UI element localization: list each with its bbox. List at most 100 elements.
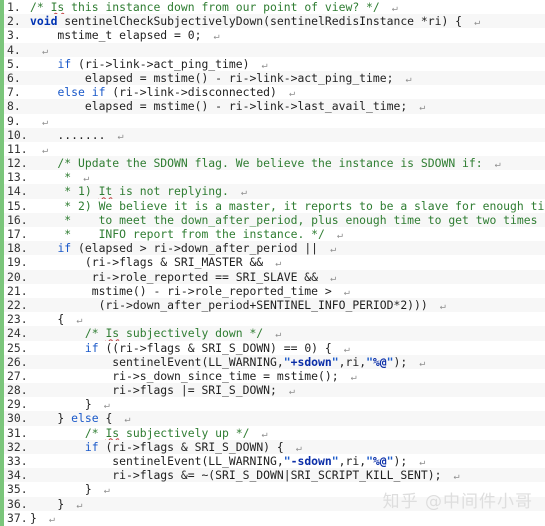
line-content: * INFO report from the instance. */ — [30, 227, 325, 241]
code-line: 13. * ↵ — [0, 170, 545, 185]
pilcrow-icon: ↵ — [201, 31, 220, 43]
line-number: 15. — [7, 198, 28, 213]
line-content: if (ri->flags & SRI_S_DOWN) { — [84, 439, 284, 454]
line-content: if (ri->link->act_ping_time) — [57, 56, 250, 71]
line-content: ri->s_down_since_time = mstime(); — [30, 368, 339, 383]
line-number: 21. — [7, 283, 28, 298]
code-line: 12. /* Update the SDOWN flag. We believe… — [0, 156, 545, 171]
line-content: else if (ri->link->disconnected) — [57, 85, 277, 100]
pilcrow-icon: ↵ — [64, 499, 83, 511]
line-number: 32. — [7, 439, 28, 454]
pilcrow-icon: ↵ — [91, 400, 110, 412]
line-number: 36. — [7, 496, 28, 511]
line-number: 6. — [7, 70, 21, 85]
line-content: ....... — [30, 127, 106, 142]
line-number: 22. — [7, 297, 28, 312]
code-line: 2. void sentinelCheckSubjectivelyDown(sen… — [0, 14, 545, 29]
line-number: 23. — [7, 312, 28, 327]
pilcrow-icon: ↵ — [331, 343, 350, 355]
pilcrow-icon: ↵ — [407, 102, 426, 114]
line-content: * to meet the down_after_period, plus en… — [30, 212, 538, 227]
line-number: 37. — [7, 510, 28, 525]
code-line: 36. } ↵ — [0, 496, 545, 511]
code-line: 9. ↵ — [0, 113, 545, 128]
line-number: 28. — [7, 383, 28, 398]
code-line: 35. } ↵ — [0, 482, 545, 497]
pilcrow-icon: ↵ — [537, 216, 545, 227]
pilcrow-icon: ↵ — [36, 513, 55, 525]
pilcrow-icon: ↵ — [324, 230, 343, 241]
code-line: 1. /* Is this instance down from our poin… — [0, 0, 545, 15]
line-content: elapsed = mstime() - ri->link->last_avai… — [30, 99, 408, 114]
pilcrow-icon: ↵ — [407, 457, 426, 468]
pilcrow-icon: ↵ — [249, 428, 268, 440]
line-number: 7. — [7, 85, 21, 100]
line-content: * 1) It is not replying. — [30, 184, 229, 199]
code-line: 34. ri->flags &= ~(SRI_S_DOWN|SRI_SCRIPT… — [0, 468, 545, 483]
code-line: 4. ↵ — [0, 42, 545, 57]
pilcrow-icon: ↵ — [30, 116, 49, 128]
line-content: mstime_t elapsed = 0; — [30, 28, 202, 43]
pilcrow-icon: ↵ — [276, 386, 295, 398]
line-content: if (elapsed > ri->down_after_period || — [57, 241, 319, 256]
pilcrow-icon: ↵ — [263, 329, 282, 341]
code-line: 30. } else { ↵ — [0, 411, 545, 426]
code-line: 21. mstime() - ri->role_reported_time > … — [0, 283, 545, 298]
line-number: 8. — [7, 99, 21, 114]
line-content: ri->role_reported == SRI_SLAVE && — [30, 269, 319, 284]
pilcrow-icon: ↵ — [71, 173, 90, 185]
line-content: /* Is subjectively up */ — [30, 425, 250, 440]
line-content: * — [30, 170, 72, 185]
pilcrow-icon: ↵ — [64, 315, 83, 327]
line-number: 33. — [7, 454, 28, 468]
line-content: } — [30, 397, 92, 412]
line-content: sentinelEvent(LL_WARNING,"-sdown",ri,"%@… — [30, 454, 408, 468]
gutter-accent-bar — [0, 0, 4, 526]
code-line: 28. ri->flags |= SRI_S_DOWN; ↵ — [0, 383, 545, 398]
line-number: 19. — [7, 255, 28, 270]
line-number: 16. — [7, 212, 28, 227]
line-number: 20. — [7, 269, 28, 284]
line-number: 26. — [7, 354, 28, 369]
code-line: 27. ri->s_down_since_time = mstime(); ↵ — [0, 368, 545, 384]
code-line: 7. else if (ri->link->disconnected) ↵ — [0, 85, 545, 100]
line-number: 35. — [7, 482, 28, 497]
line-number: 29. — [7, 397, 28, 412]
pilcrow-icon: ↵ — [441, 471, 460, 483]
pilcrow-icon: ↵ — [338, 371, 357, 383]
code-line: 20. ri->role_reported == SRI_SLAVE && ↵ — [0, 269, 545, 284]
pilcrow-icon: ↵ — [407, 357, 426, 369]
line-number: 12. — [7, 156, 28, 171]
code-line: 25. if ((ri->flags & SRI_S_DOWN) == 0) {… — [0, 340, 545, 355]
pilcrow-icon: ↵ — [318, 272, 337, 284]
line-number: 13. — [7, 170, 28, 185]
code-line: 18. if (elapsed > ri->down_after_period … — [0, 241, 545, 256]
code-line: 8. elapsed = mstime() - ri->link->last_a… — [0, 99, 545, 114]
line-content: (ri->flags & SRI_MASTER && — [30, 255, 264, 270]
code-line: 17. * INFO report from the instance. */ … — [0, 227, 545, 242]
line-content: } — [30, 482, 92, 497]
code-line: 33. sentinelEvent(LL_WARNING,"-sdown",ri… — [0, 454, 545, 469]
line-number: 18. — [7, 241, 28, 256]
code-line: 31. /* Is subjectively up */ ↵ — [0, 425, 545, 440]
pilcrow-icon: ↵ — [379, 3, 398, 14]
pilcrow-icon: ↵ — [283, 442, 302, 454]
code-line: 26. sentinelEvent(LL_WARNING,"+sdown",ri… — [0, 354, 545, 369]
line-number: 17. — [7, 227, 28, 241]
code-line: 16. * to meet the down_after_period, plu… — [0, 212, 545, 227]
line-content: (ri->down_after_period+SENTINEL_INFO_PER… — [30, 297, 428, 312]
line-number: 34. — [7, 468, 28, 483]
line-number: 9. — [7, 113, 21, 128]
pilcrow-icon: ↵ — [276, 88, 295, 100]
code-line: 14. * 1) It is not replying. ↵ — [0, 184, 545, 199]
line-content: /* Update the SDOWN flag. We believe the… — [30, 156, 483, 171]
line-content: if ((ri->flags & SRI_S_DOWN) == 0) { — [84, 340, 332, 355]
code-line: 15. * 2) We believe it is a master, it r… — [0, 198, 545, 213]
code-line: 3. mstime_t elapsed = 0; ↵ — [0, 28, 545, 43]
line-number: 11. — [7, 141, 28, 156]
line-content: /* Is subjectively down */ — [30, 326, 264, 341]
line-number: 1. — [7, 0, 21, 14]
line-content: ri->flags |= SRI_S_DOWN; — [30, 383, 277, 398]
pilcrow-icon: ↵ — [91, 485, 110, 497]
line-number: 3. — [7, 28, 21, 43]
